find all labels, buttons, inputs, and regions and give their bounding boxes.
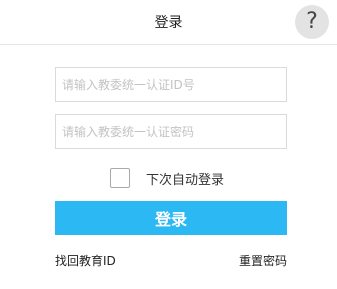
remember-label: 下次自动登录 xyxy=(146,172,225,188)
id-input[interactable] xyxy=(55,67,287,102)
help-button[interactable]: ? xyxy=(295,5,329,39)
find-id-link[interactable]: 找回教育ID xyxy=(55,252,116,269)
question-mark-icon: ? xyxy=(306,9,318,34)
page-title: 登录 xyxy=(154,15,183,31)
login-button[interactable]: 登录 xyxy=(55,201,287,235)
reset-password-link[interactable]: 重置密码 xyxy=(239,252,287,269)
remember-checkbox[interactable] xyxy=(110,168,130,188)
password-input[interactable] xyxy=(55,114,287,149)
header-bar: 登录 ? xyxy=(0,0,337,45)
remember-me-toggle[interactable]: 下次自动登录 xyxy=(110,168,224,188)
